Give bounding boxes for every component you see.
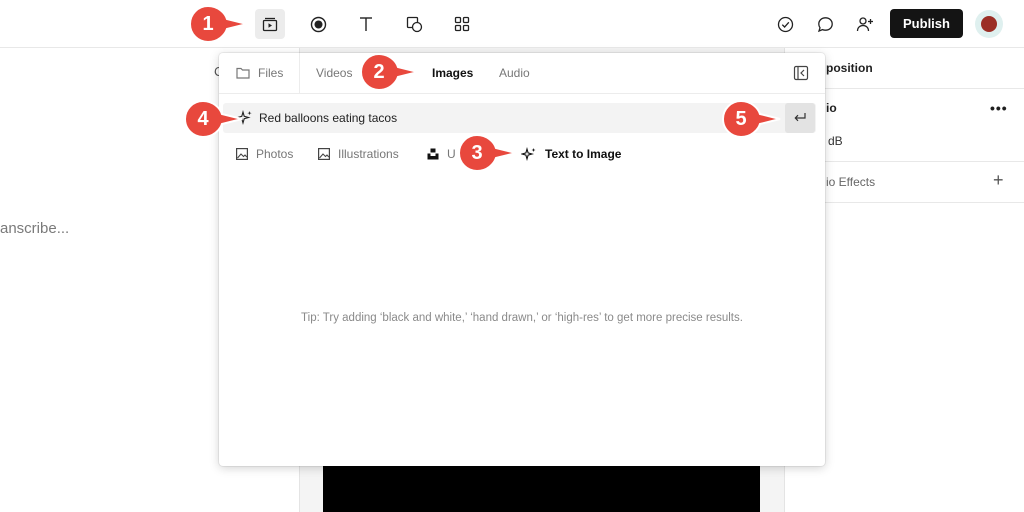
tab-label: Videos	[316, 66, 353, 80]
media-library-button[interactable]	[255, 9, 285, 39]
callout-number: 4	[197, 107, 209, 130]
add-collaborator-button[interactable]	[850, 9, 880, 39]
composition-title: position	[826, 61, 873, 75]
callout-4: 4	[184, 100, 243, 138]
shapes-button[interactable]	[399, 9, 429, 39]
collapse-panel-button[interactable]	[793, 65, 809, 81]
grid-icon	[454, 16, 470, 32]
tab-images[interactable]: Images	[432, 66, 473, 80]
submit-prompt-button[interactable]	[785, 103, 815, 133]
record-button[interactable]	[303, 9, 333, 39]
tab-videos[interactable]: Videos	[316, 66, 352, 80]
callout-1: 1	[189, 5, 248, 43]
publish-button[interactable]: Publish	[890, 9, 963, 38]
tab-files[interactable]: Files	[236, 66, 283, 80]
comment-icon	[817, 16, 833, 32]
callout-2: 2	[360, 53, 419, 91]
source-label: U	[447, 147, 456, 161]
enter-icon	[794, 113, 806, 122]
folder-icon	[236, 67, 250, 79]
tab-label: Audio	[499, 66, 530, 80]
image-icon	[318, 148, 330, 160]
add-effect-button[interactable]: +	[993, 170, 1004, 191]
tab-audio[interactable]: Audio	[499, 66, 530, 80]
callout-5: 5	[722, 100, 781, 138]
source-photos[interactable]: Photos	[236, 147, 293, 161]
text-button[interactable]	[351, 9, 381, 39]
collapse-icon	[793, 65, 809, 81]
record-icon	[310, 16, 326, 32]
transcript-placeholder: anscribe...	[0, 220, 70, 237]
callout-number: 5	[735, 107, 747, 130]
elements-button[interactable]	[447, 9, 477, 39]
video-preview[interactable]	[323, 466, 760, 512]
volume-unit: dB	[828, 134, 843, 148]
image-icon	[236, 148, 248, 160]
top-toolbar: Publish	[0, 0, 1024, 48]
text-icon	[360, 17, 372, 31]
audio-effects-label: io Effects	[826, 175, 876, 189]
source-label: Photos	[256, 147, 294, 161]
check-circle-icon	[777, 16, 793, 32]
unsplash-icon	[427, 148, 439, 160]
check-button[interactable]	[770, 9, 800, 39]
source-illustrations[interactable]: Illustrations	[318, 147, 399, 161]
media-icon	[262, 17, 278, 32]
tab-divider	[299, 53, 300, 94]
more-options-button[interactable]: •••	[990, 100, 1008, 116]
callout-number: 2	[373, 60, 385, 83]
source-unsplash[interactable]: U	[427, 147, 456, 161]
shapes-icon	[406, 16, 422, 32]
callout-number: 1	[202, 12, 214, 35]
media-tabs: Files Videos Images Audio	[219, 53, 825, 94]
tab-label: Files	[258, 66, 284, 80]
comment-button[interactable]	[810, 9, 840, 39]
add-user-icon	[856, 16, 873, 31]
callout-number: 3	[471, 141, 483, 164]
avatar-image	[981, 16, 997, 32]
callout-3: 3	[458, 134, 517, 172]
prompt-input[interactable]	[259, 109, 759, 127]
tab-label: Images	[432, 66, 474, 80]
avatar[interactable]	[975, 10, 1003, 38]
source-label: Illustrations	[338, 147, 399, 161]
audio-section-title: io	[826, 101, 837, 115]
sparkle-icon	[521, 147, 536, 161]
source-label: Text to Image	[545, 147, 622, 161]
source-text-to-image[interactable]: Text to Image	[521, 147, 621, 161]
tip-text: Tip: Try adding ‘black and white,’ ‘hand…	[301, 312, 743, 324]
